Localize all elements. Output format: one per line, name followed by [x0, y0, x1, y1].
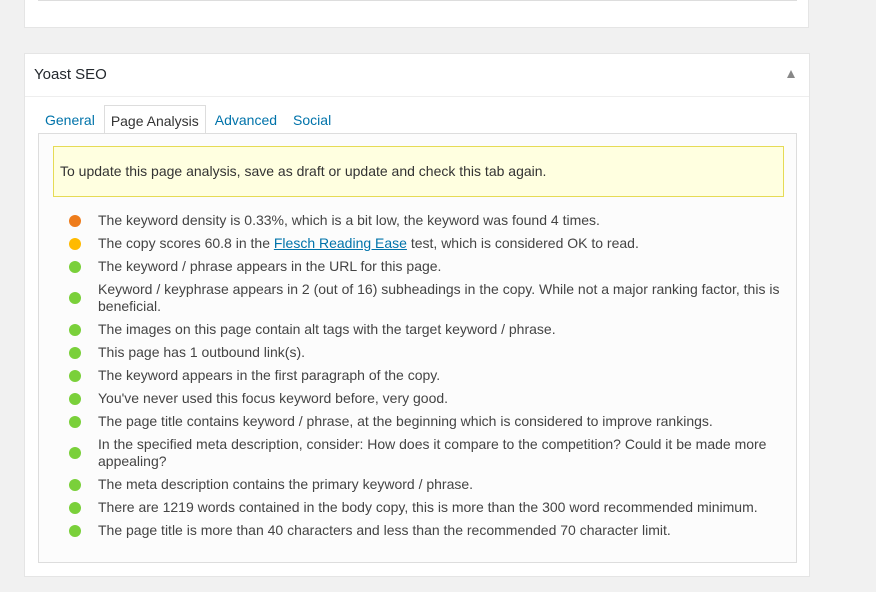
tab-general[interactable]: General: [38, 104, 102, 134]
analysis-result-item: The page title contains keyword / phrase…: [69, 413, 784, 430]
result-text: There are 1219 words contained in the bo…: [98, 499, 758, 515]
result-text: The meta description contains the primar…: [98, 476, 474, 492]
status-good-dot-icon: [69, 260, 81, 273]
page-analysis-panel: To update this page analysis, save as dr…: [38, 133, 797, 563]
analysis-result-item: The images on this page contain alt tags…: [69, 321, 784, 338]
metabox-header[interactable]: Yoast SEO: [25, 54, 809, 97]
status-good-dot-icon: [69, 501, 81, 514]
previous-metabox-inner: [38, 0, 797, 1]
analysis-result-item: There are 1219 words contained in the bo…: [69, 499, 784, 516]
analysis-result-item: In the specified meta description, consi…: [69, 436, 784, 470]
yoast-seo-metabox: Yoast SEO General Page Analysis Advanced So…: [24, 53, 810, 577]
analysis-result-item: The copy scores 60.8 in the Flesch Readi…: [69, 235, 784, 252]
result-text: In the specified meta description, consi…: [98, 436, 767, 469]
analysis-result-item: The keyword appears in the first paragra…: [69, 367, 784, 384]
status-ok-dot-icon: [69, 237, 81, 250]
metabox-title: Yoast SEO: [34, 66, 107, 83]
triangle-up-icon[interactable]: [787, 70, 795, 78]
status-good-dot-icon: [69, 415, 81, 428]
result-text: Keyword / keyphrase appears in 2 (out of…: [98, 281, 780, 314]
previous-metabox: [24, 0, 809, 28]
result-text: The copy scores 60.8 in the Flesch Readi…: [98, 235, 639, 251]
analysis-result-item: The keyword / phrase appears in the URL …: [69, 258, 784, 275]
result-text-before: The copy scores 60.8 in the: [98, 235, 274, 251]
tab-advanced[interactable]: Advanced: [208, 104, 284, 134]
status-good-dot-icon: [69, 392, 81, 405]
status-good-dot-icon: [69, 478, 81, 491]
status-good-dot-icon: [69, 323, 81, 336]
analysis-result-item: Keyword / keyphrase appears in 2 (out of…: [69, 281, 784, 315]
result-text: The images on this page contain alt tags…: [98, 321, 556, 337]
tab-social[interactable]: Social: [286, 104, 338, 134]
status-good-dot-icon: [69, 447, 81, 459]
status-good-dot-icon: [69, 346, 81, 359]
status-good-dot-icon: [69, 524, 81, 537]
status-good-dot-icon: [69, 292, 81, 304]
tab-bar: General Page Analysis Advanced Social: [38, 104, 340, 135]
tab-page-analysis[interactable]: Page Analysis: [103, 105, 206, 135]
analysis-result-item: The keyword density is 0.33%, which is a…: [69, 212, 784, 229]
flesch-reading-ease-link[interactable]: Flesch Reading Ease: [274, 235, 407, 251]
result-text: The keyword density is 0.33%, which is a…: [98, 212, 600, 228]
status-good-dot-icon: [69, 369, 81, 382]
result-text: The page title contains keyword / phrase…: [98, 413, 713, 429]
result-text: This page has 1 outbound link(s).: [98, 344, 306, 360]
analysis-result-item: This page has 1 outbound link(s).: [69, 344, 784, 361]
analysis-results-list: The keyword density is 0.33%, which is a…: [69, 212, 784, 545]
status-bad-dot-icon: [69, 214, 81, 227]
result-text: The keyword appears in the first paragra…: [98, 367, 441, 383]
update-notice: To update this page analysis, save as dr…: [53, 146, 784, 197]
analysis-result-item: The page title is more than 40 character…: [69, 522, 784, 539]
analysis-result-item: You've never used this focus keyword bef…: [69, 390, 784, 407]
result-text-after: test, which is considered OK to read.: [406, 235, 639, 251]
result-text: You've never used this focus keyword bef…: [98, 390, 449, 406]
analysis-result-item: The meta description contains the primar…: [69, 476, 784, 493]
result-text: The page title is more than 40 character…: [98, 522, 671, 538]
result-text: The keyword / phrase appears in the URL …: [98, 258, 442, 274]
